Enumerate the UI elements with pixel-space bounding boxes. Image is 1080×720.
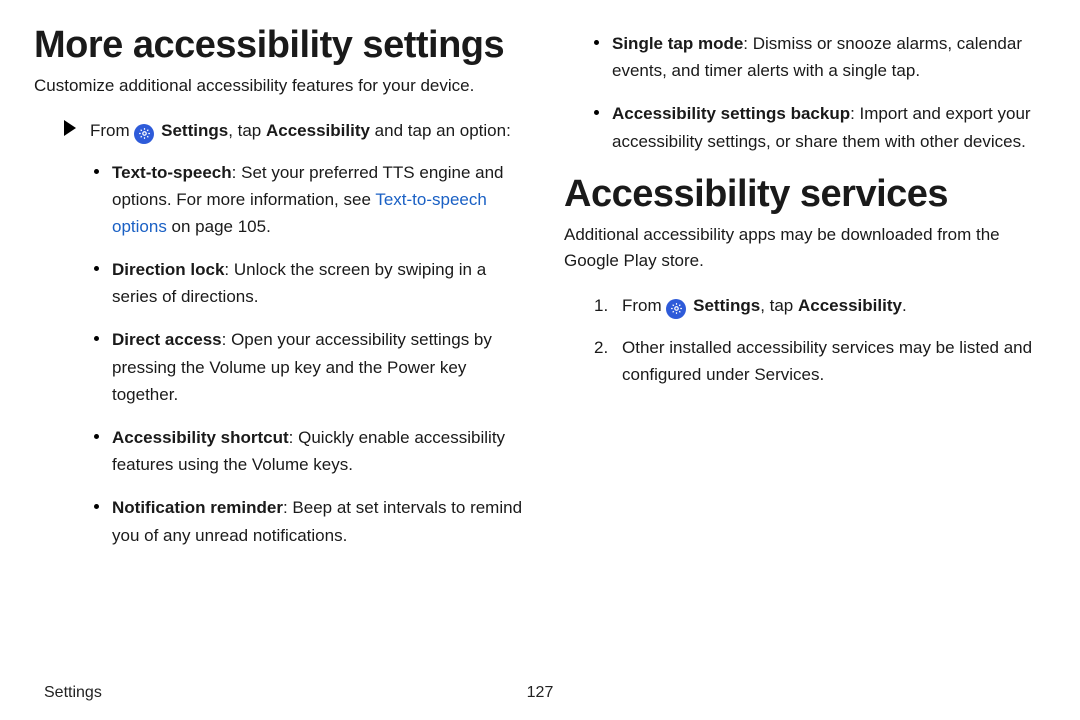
step-prefix: From <box>622 296 666 315</box>
list-item: Single tap mode: Dismiss or snooze alarm… <box>594 30 1054 84</box>
list-item: Accessibility settings backup: Import an… <box>594 100 1054 154</box>
page-body: More accessibility settings Customize ad… <box>0 0 1080 660</box>
list-item: Direct access: Open your accessibility s… <box>94 326 524 408</box>
intro-left: Customize additional accessibility featu… <box>34 73 524 99</box>
step-item: From Settings, tap Accessibility. <box>594 292 1054 319</box>
step-item: Other installed accessibility services m… <box>594 334 1054 388</box>
intro-right: Additional accessibility apps may be dow… <box>564 222 1054 275</box>
from-prefix: From <box>90 121 134 140</box>
list-item: Direction lock: Unlock the screen by swi… <box>94 256 524 310</box>
footer-section: Settings <box>44 684 102 702</box>
page-footer: Settings 127 <box>0 684 1080 702</box>
caret-right-icon <box>64 120 76 144</box>
accessibility-label: Accessibility <box>798 296 902 315</box>
gear-icon <box>666 299 686 319</box>
right-column: Single tap mode: Dismiss or snooze alarm… <box>564 24 1054 660</box>
accessibility-label: Accessibility <box>266 121 370 140</box>
heading-accessibility-services: Accessibility services <box>564 173 1054 216</box>
gear-icon <box>134 124 154 144</box>
step-mid: , tap <box>760 296 798 315</box>
item-term: Direct access <box>112 330 222 349</box>
from-mid: , tap <box>228 121 266 140</box>
footer-page-number: 127 <box>527 684 554 702</box>
steps-list: From Settings, tap Accessibility. Other … <box>594 292 1054 388</box>
item-term: Accessibility shortcut <box>112 428 289 447</box>
heading-more-accessibility: More accessibility settings <box>34 24 524 67</box>
options-list-right: Single tap mode: Dismiss or snooze alarm… <box>594 30 1054 155</box>
item-term: Single tap mode <box>612 34 743 53</box>
list-item: Accessibility shortcut: Quickly enable a… <box>94 424 524 478</box>
item-desc-tail: on page 105. <box>167 217 271 236</box>
options-list-left: Text-to-speech: Set your preferred TTS e… <box>94 159 524 549</box>
from-settings-text: From Settings, tap Accessibility and tap… <box>90 117 511 144</box>
from-suffix: and tap an option: <box>370 121 511 140</box>
item-term: Text-to-speech <box>112 163 232 182</box>
list-item: Text-to-speech: Set your preferred TTS e… <box>94 159 524 241</box>
settings-label: Settings <box>693 296 760 315</box>
step-suffix: . <box>902 296 907 315</box>
settings-label: Settings <box>161 121 228 140</box>
item-term: Notification reminder <box>112 498 283 517</box>
from-settings-row: From Settings, tap Accessibility and tap… <box>64 117 524 144</box>
item-term: Accessibility settings backup <box>612 104 850 123</box>
left-column: More accessibility settings Customize ad… <box>34 24 524 660</box>
list-item: Notification reminder: Beep at set inter… <box>94 494 524 548</box>
item-term: Direction lock <box>112 260 224 279</box>
